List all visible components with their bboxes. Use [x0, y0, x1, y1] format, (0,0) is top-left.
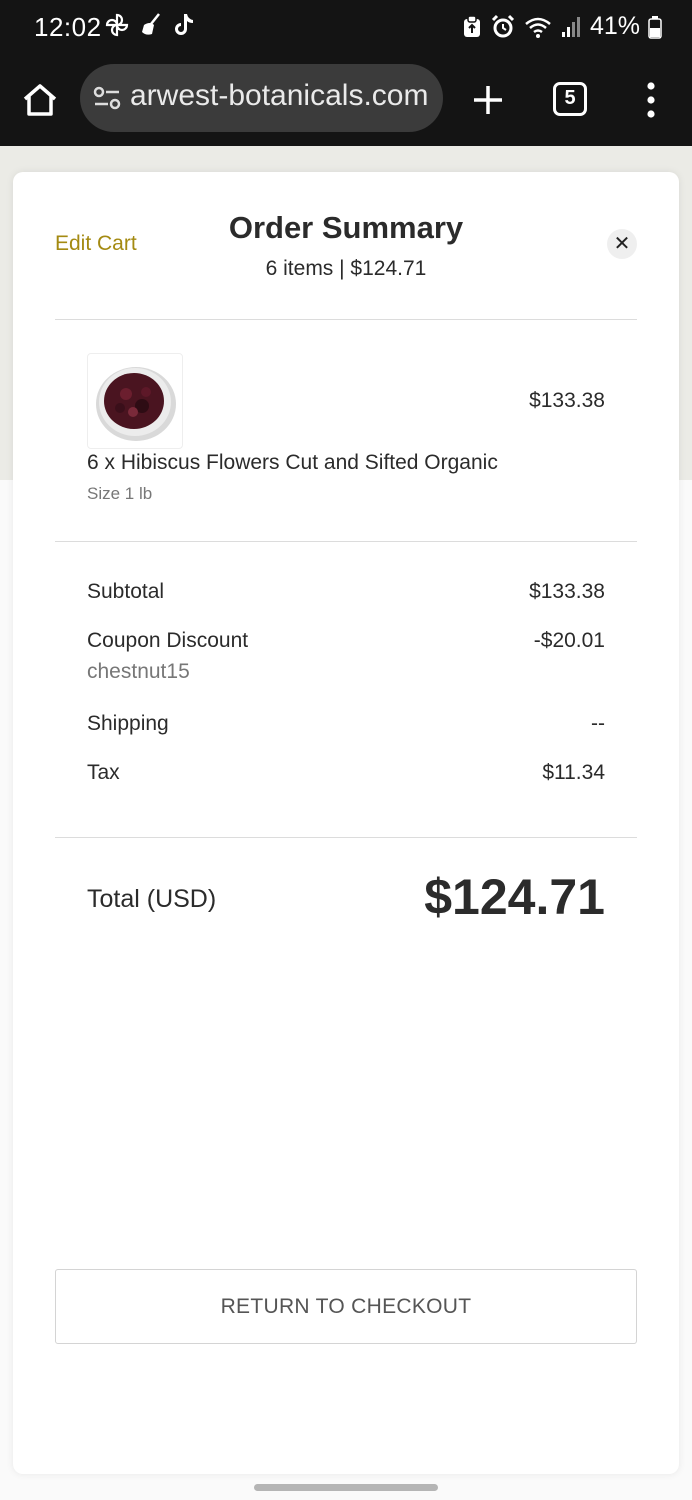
subtotal-value: $133.38 — [529, 580, 605, 603]
divider — [55, 319, 637, 320]
tax-value: $11.34 — [542, 761, 605, 784]
more-menu-icon[interactable] — [634, 76, 668, 124]
order-summary-modal: Edit Cart Order Summary 6 items | $124.7… — [13, 172, 679, 1474]
broom-icon — [142, 13, 160, 35]
item-price: $133.38 — [529, 389, 605, 412]
battery-percent: 41% — [589, 12, 640, 40]
site-settings-icon[interactable] — [92, 84, 122, 112]
coupon-value: -$20.01 — [533, 629, 605, 652]
home-icon[interactable] — [18, 78, 62, 122]
tab-switcher-button[interactable]: 5 — [553, 82, 587, 116]
coupon-label: Coupon Discount — [87, 629, 249, 652]
divider — [55, 541, 637, 542]
wifi-icon — [525, 17, 551, 38]
product-thumbnail — [87, 353, 183, 449]
return-to-checkout-button[interactable]: RETURN TO CHECKOUT — [55, 1269, 637, 1344]
item-name: 6 x Hibiscus Flowers Cut and Sifted Orga… — [87, 451, 498, 474]
signal-icon — [561, 16, 580, 37]
modal-subtitle: 6 items | $124.71 — [265, 257, 427, 280]
new-tab-icon[interactable] — [466, 78, 510, 122]
status-time: 12:02 — [34, 12, 102, 42]
notification-icons — [104, 12, 196, 38]
url-text[interactable]: arwest-botanicals.com — [130, 79, 435, 113]
divider — [55, 837, 637, 838]
pinwheel-icon — [105, 13, 129, 37]
shipping-label: Shipping — [87, 712, 169, 735]
item-size: Size 1 lb — [87, 484, 153, 503]
system-icons: 41% — [462, 12, 662, 41]
gesture-bar[interactable] — [254, 1484, 438, 1491]
alarm-icon — [491, 14, 515, 37]
address-bar[interactable]: arwest-botanicals.com — [80, 64, 443, 132]
close-button[interactable]: ✕ — [607, 229, 637, 259]
total-label: Total (USD) — [87, 885, 217, 913]
clipboard-icon — [463, 14, 480, 37]
tax-label: Tax — [87, 761, 120, 784]
tiktok-icon — [175, 14, 193, 35]
status-bar: 12:02 41% — [0, 0, 692, 54]
subtotal-label: Subtotal — [87, 580, 165, 603]
coupon-code: chestnut15 — [87, 660, 190, 683]
shipping-value: -- — [591, 712, 605, 735]
battery-icon — [648, 15, 662, 39]
total-value: $124.71 — [424, 869, 605, 925]
modal-title: Order Summary — [228, 210, 464, 245]
browser-toolbar: arwest-botanicals.com 5 — [0, 54, 692, 146]
close-icon: ✕ — [613, 233, 631, 255]
